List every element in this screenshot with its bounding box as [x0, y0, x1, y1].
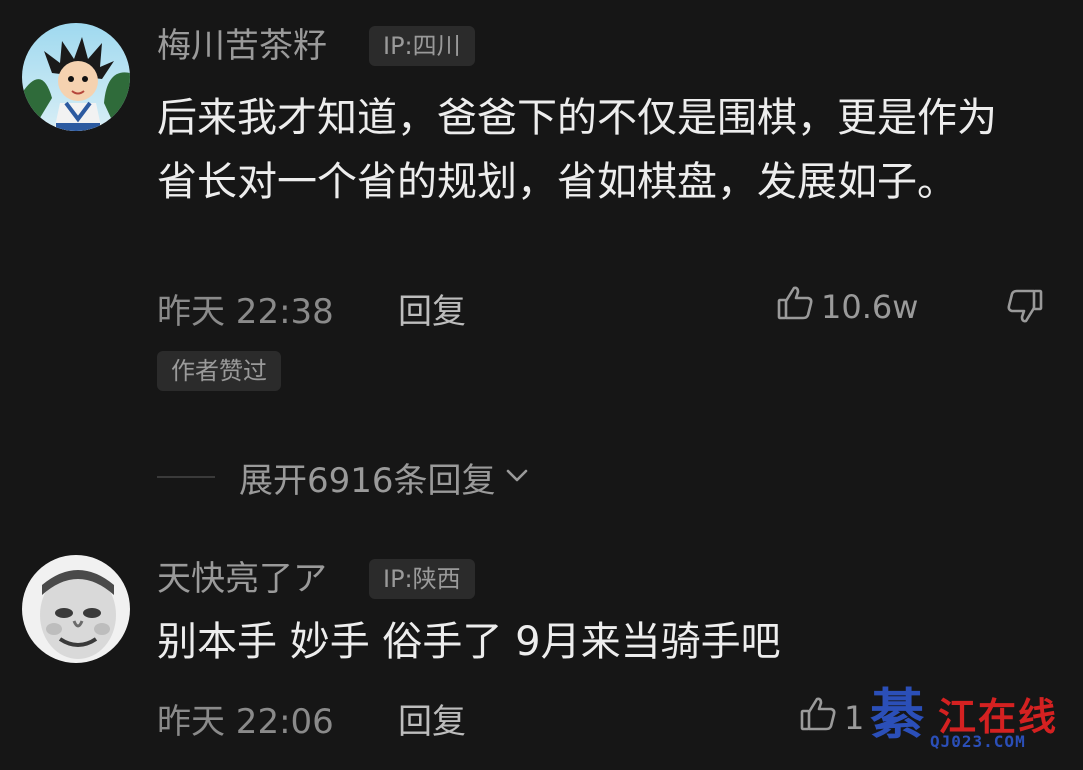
like-count: 1	[844, 699, 865, 737]
comment-list: 梅川苦茶籽 IP:四川 后来我才知道，爸爸下的不仅是围棋，更是作为省长对一个省的…	[0, 0, 1083, 770]
reply-button[interactable]: 回复	[398, 284, 466, 333]
avatar[interactable]	[22, 555, 130, 663]
thumbs-up-icon	[798, 694, 838, 742]
divider	[157, 476, 215, 478]
dislike-button[interactable]	[1005, 286, 1045, 330]
comment-timestamp: 昨天 22:38	[157, 292, 334, 332]
comment-timestamp: 昨天 22:06	[157, 702, 334, 742]
reply-button[interactable]: 回复	[398, 694, 466, 743]
watermark-url: QJ023.COM	[930, 732, 1026, 751]
username[interactable]: 梅川苦茶籽	[157, 24, 327, 68]
expand-replies-button[interactable]: 展开6916条回复	[157, 452, 532, 502]
comment-text[interactable]: 后来我才知道，爸爸下的不仅是围棋，更是作为省长对一个省的规划，省如棋盘，发展如子…	[157, 86, 1027, 214]
site-watermark: 綦 江在线 QJ023.COM	[866, 682, 1066, 762]
thumbs-up-icon	[775, 283, 815, 331]
ip-location-badge: IP:四川	[369, 26, 475, 66]
like-button[interactable]: 1	[798, 694, 864, 742]
username[interactable]: 天快亮了ア	[157, 557, 327, 601]
chevron-down-icon	[502, 460, 532, 494]
ip-location-badge: IP:陕西	[369, 559, 475, 599]
author-liked-badge: 作者赞过	[157, 351, 281, 391]
thumbs-down-icon	[1005, 289, 1045, 330]
like-count: 10.6w	[821, 288, 919, 326]
expand-replies-label: 展开6916条回复	[239, 460, 496, 501]
comment-text[interactable]: 别本手 妙手 俗手了 9月来当骑手吧	[157, 610, 1027, 674]
avatar[interactable]	[22, 23, 130, 131]
like-button[interactable]: 10.6w	[775, 283, 918, 331]
watermark-glyph: 綦	[870, 682, 924, 746]
